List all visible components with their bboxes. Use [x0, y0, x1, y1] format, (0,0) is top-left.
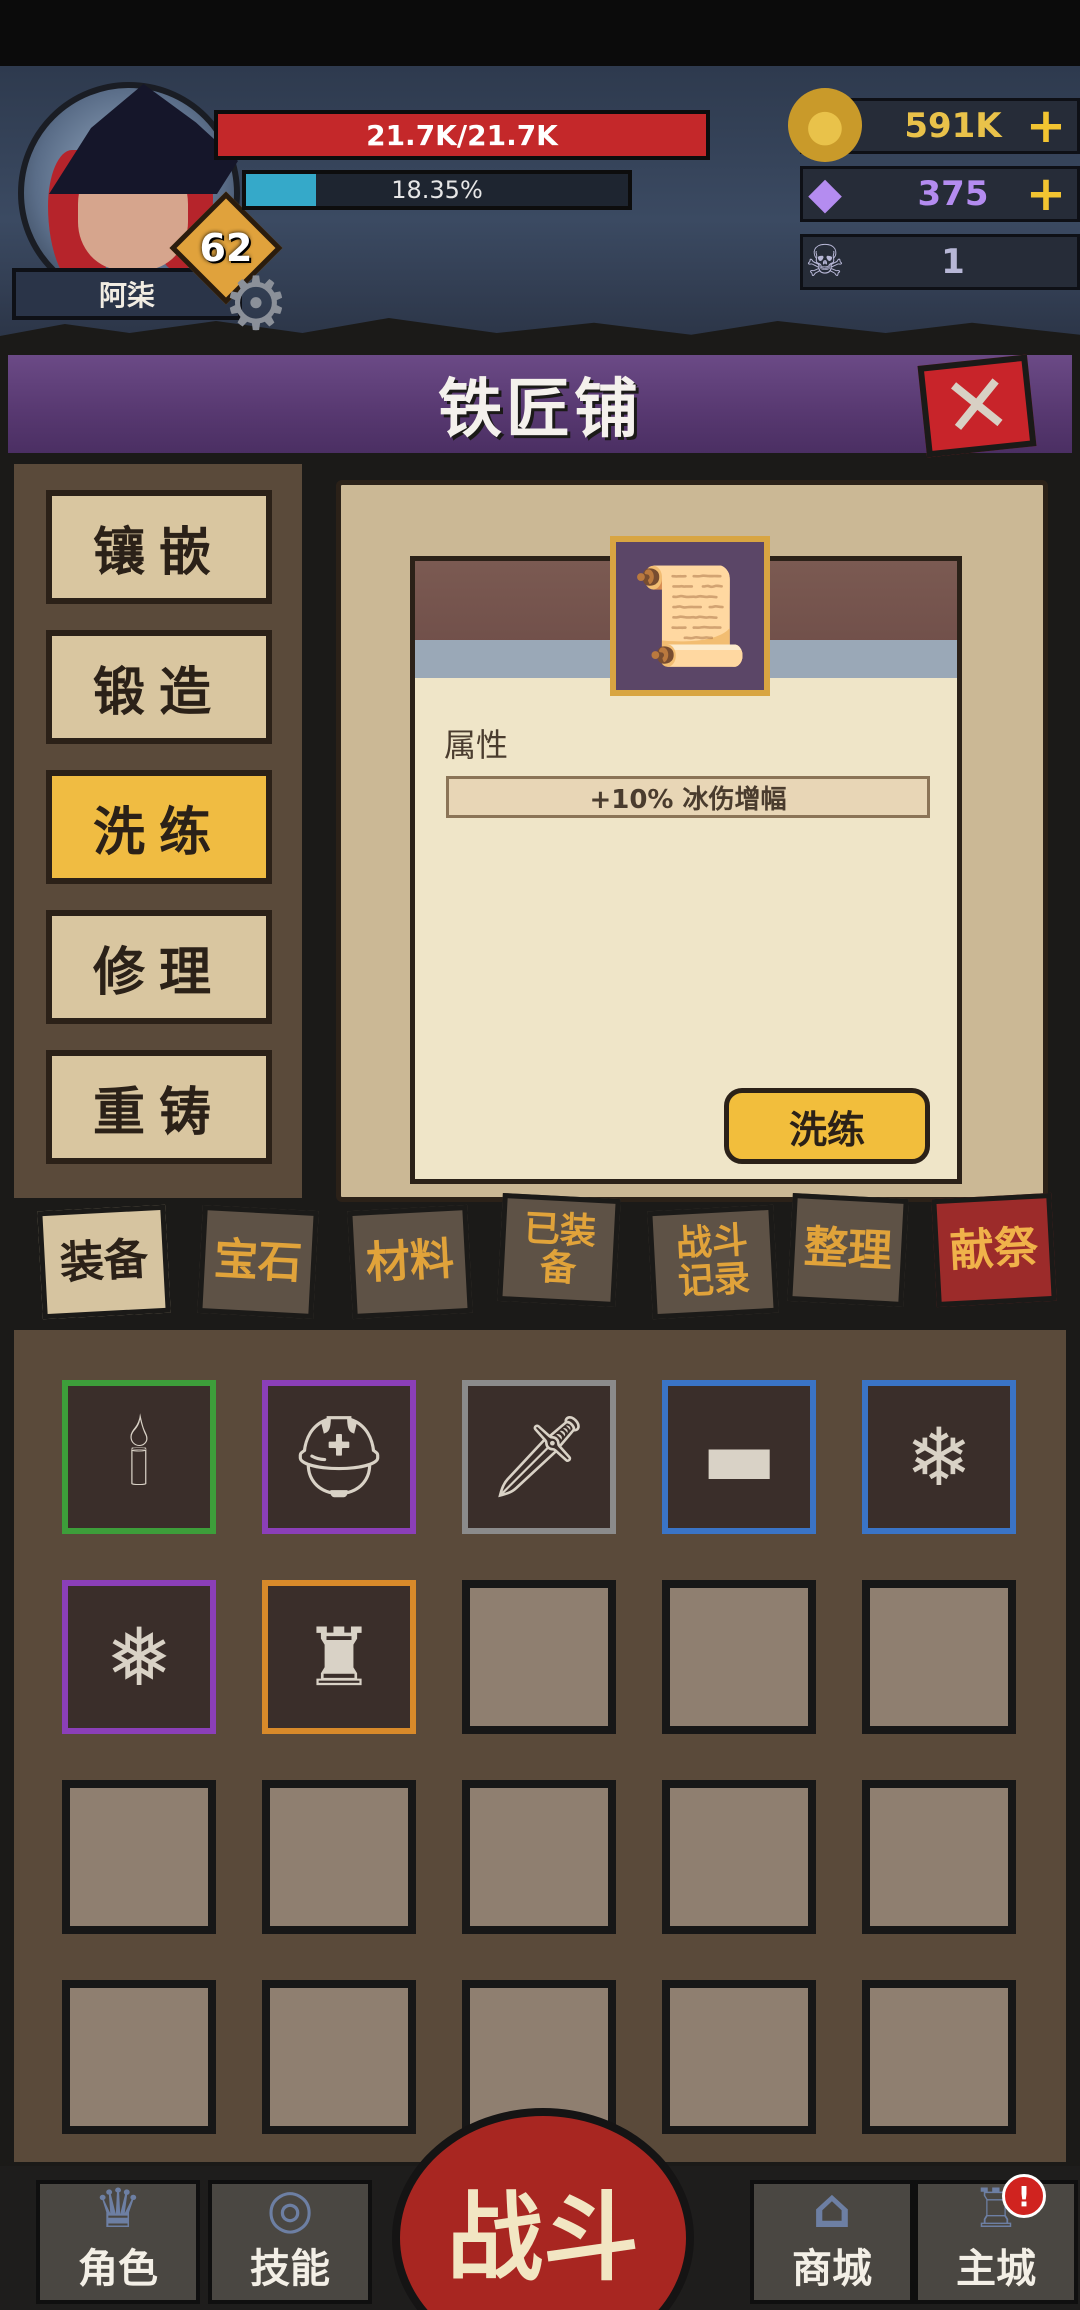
- inventory-slot[interactable]: ❄: [862, 1380, 1016, 1534]
- empty-slot[interactable]: [662, 1980, 816, 2134]
- tab[interactable]: 已装 备: [497, 1192, 621, 1308]
- refine-button[interactable]: 洗练: [724, 1088, 930, 1164]
- hp-text: 21.7K/21.7K: [366, 118, 558, 152]
- gear-icon[interactable]: ⚙: [214, 262, 298, 346]
- resource-value: 1: [941, 242, 965, 282]
- attribute-label: 属性: [444, 726, 509, 764]
- empty-slot[interactable]: [662, 1780, 816, 1934]
- empty-slot[interactable]: [662, 1580, 816, 1734]
- swirl-icon: ◎: [266, 2177, 314, 2240]
- resource-value: 375: [917, 174, 989, 214]
- add-resource-button[interactable]: +: [1021, 166, 1071, 222]
- menu-item[interactable]: 锻造: [46, 630, 272, 744]
- tab[interactable]: 战斗 记录: [647, 1204, 779, 1320]
- inventory-slot[interactable]: ▬: [662, 1380, 816, 1534]
- empty-slot[interactable]: [862, 1780, 1016, 1934]
- shop-icon: ⌂: [812, 2177, 852, 2240]
- menu-item[interactable]: 重铸: [46, 1050, 272, 1164]
- tab[interactable]: 材料: [347, 1204, 473, 1320]
- empty-slot[interactable]: [462, 1580, 616, 1734]
- empty-slot[interactable]: [262, 1780, 416, 1934]
- nav-label: 角色: [78, 2246, 158, 2292]
- menu-item[interactable]: 洗练: [46, 770, 272, 884]
- nav-label: 技能: [250, 2246, 330, 2292]
- notification-badge: !: [1002, 2174, 1046, 2218]
- nav-label: 主城: [956, 2246, 1036, 2292]
- resource-value: 591K: [904, 106, 1002, 146]
- empty-slot[interactable]: [62, 1980, 216, 2134]
- nav-button[interactable]: ⌂ 商城: [750, 2180, 914, 2304]
- tab[interactable]: 献祭: [931, 1192, 1057, 1308]
- hooded-helmet-icon: ⛑: [288, 1410, 390, 1503]
- attribute-row: +10% 冰伤增幅: [446, 776, 930, 818]
- nav-button[interactable]: ♖ 主城: [914, 2180, 1078, 2304]
- empty-slot[interactable]: [262, 1980, 416, 2134]
- add-resource-button[interactable]: +: [1021, 98, 1071, 154]
- bone-sword-icon: 🗡: [488, 1410, 590, 1503]
- tab[interactable]: 装备: [37, 1204, 171, 1320]
- nav-button[interactable]: ◎ 技能: [208, 2180, 372, 2304]
- xp-text: 18.35%: [391, 176, 483, 204]
- inventory-slot[interactable]: ♜: [262, 1580, 416, 1734]
- helmet-icon: ♛: [93, 2177, 143, 2240]
- empty-slot[interactable]: [862, 1580, 1016, 1734]
- inventory-slot[interactable]: 🕯: [62, 1380, 216, 1534]
- dark-cloak-icon: ♜: [303, 1610, 375, 1704]
- purple-crystal-icon: ◆: [808, 167, 842, 219]
- leather-belt-icon: ▬: [701, 1410, 777, 1504]
- empty-slot[interactable]: [862, 1980, 1016, 2134]
- tab[interactable]: 整理: [787, 1193, 909, 1307]
- inventory-slot[interactable]: ❅: [62, 1580, 216, 1734]
- nav-button[interactable]: ♛ 角色: [36, 2180, 200, 2304]
- status-bar: [0, 0, 1080, 66]
- close-button[interactable]: ✕: [917, 354, 1037, 458]
- ram-skull-icon: ☠: [805, 235, 845, 287]
- inventory-slot[interactable]: ⛑: [262, 1380, 416, 1534]
- empty-slot[interactable]: [462, 1780, 616, 1934]
- menu-item[interactable]: 镶嵌: [46, 490, 272, 604]
- snowflake-necklace-icon: ❅: [105, 1610, 173, 1704]
- inventory-slot[interactable]: 🗡: [462, 1380, 616, 1534]
- candelabra-icon: 🕯: [127, 1410, 151, 1503]
- nav-label: 商城: [792, 2246, 872, 2292]
- hp-bar: 21.7K/21.7K: [214, 110, 710, 160]
- scroll-bracer-icon: 📜: [630, 559, 750, 672]
- empty-slot[interactable]: [62, 1780, 216, 1934]
- tab[interactable]: 宝石: [197, 1205, 319, 1319]
- gold-coin-icon: ●: [788, 88, 862, 162]
- frost-spear-icon: ❄: [905, 1410, 973, 1504]
- menu-item[interactable]: 修理: [46, 910, 272, 1024]
- xp-bar: 18.35%: [242, 170, 632, 210]
